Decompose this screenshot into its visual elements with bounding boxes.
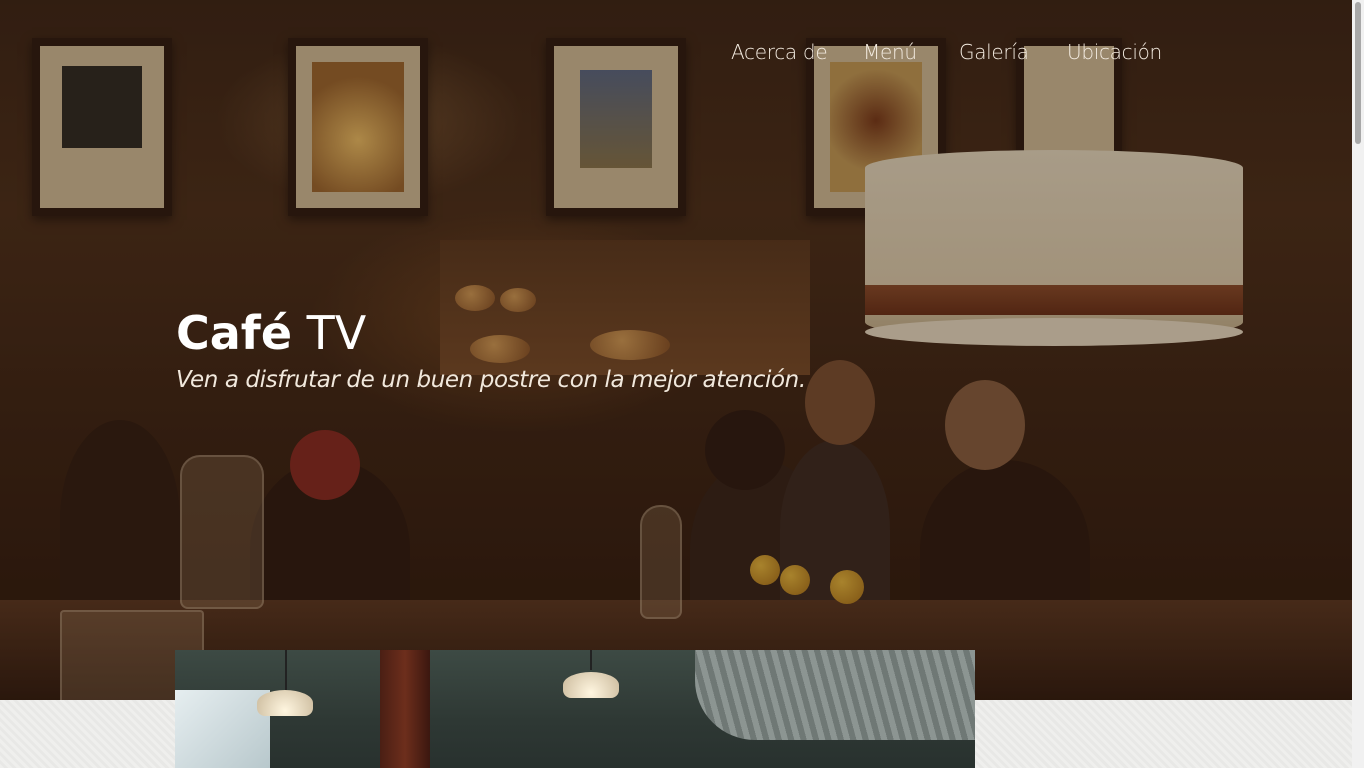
main-nav: Acerca de Menú Galería Ubicación bbox=[0, 40, 1352, 70]
photo-ventilation-duct bbox=[695, 650, 975, 740]
cafe-interior-photo bbox=[175, 650, 975, 768]
site-title-light: TV bbox=[306, 306, 367, 360]
photo-pendant-lamp bbox=[257, 690, 313, 716]
site-title: Café TV bbox=[176, 305, 806, 361]
nav-link-menu[interactable]: Menú bbox=[863, 40, 917, 64]
nav-link-ubicacion[interactable]: Ubicación bbox=[1067, 40, 1162, 64]
hero-tagline: Ven a disfrutar de un buen postre con la… bbox=[176, 367, 806, 393]
scrollbar-thumb[interactable] bbox=[1355, 2, 1361, 144]
hero-title-block: Café TV Ven a disfrutar de un buen postr… bbox=[176, 305, 806, 393]
photo-pillar bbox=[380, 650, 430, 768]
page-scrollbar[interactable] bbox=[1352, 0, 1364, 768]
photo-window bbox=[175, 690, 270, 768]
nav-link-galeria[interactable]: Galería bbox=[959, 40, 1029, 64]
site-title-bold: Café bbox=[176, 306, 293, 360]
lamp-cord bbox=[590, 650, 592, 670]
lamp-cord bbox=[285, 650, 287, 690]
nav-link-acerca[interactable]: Acerca de bbox=[731, 40, 828, 64]
photo-pendant-lamp bbox=[563, 672, 619, 698]
